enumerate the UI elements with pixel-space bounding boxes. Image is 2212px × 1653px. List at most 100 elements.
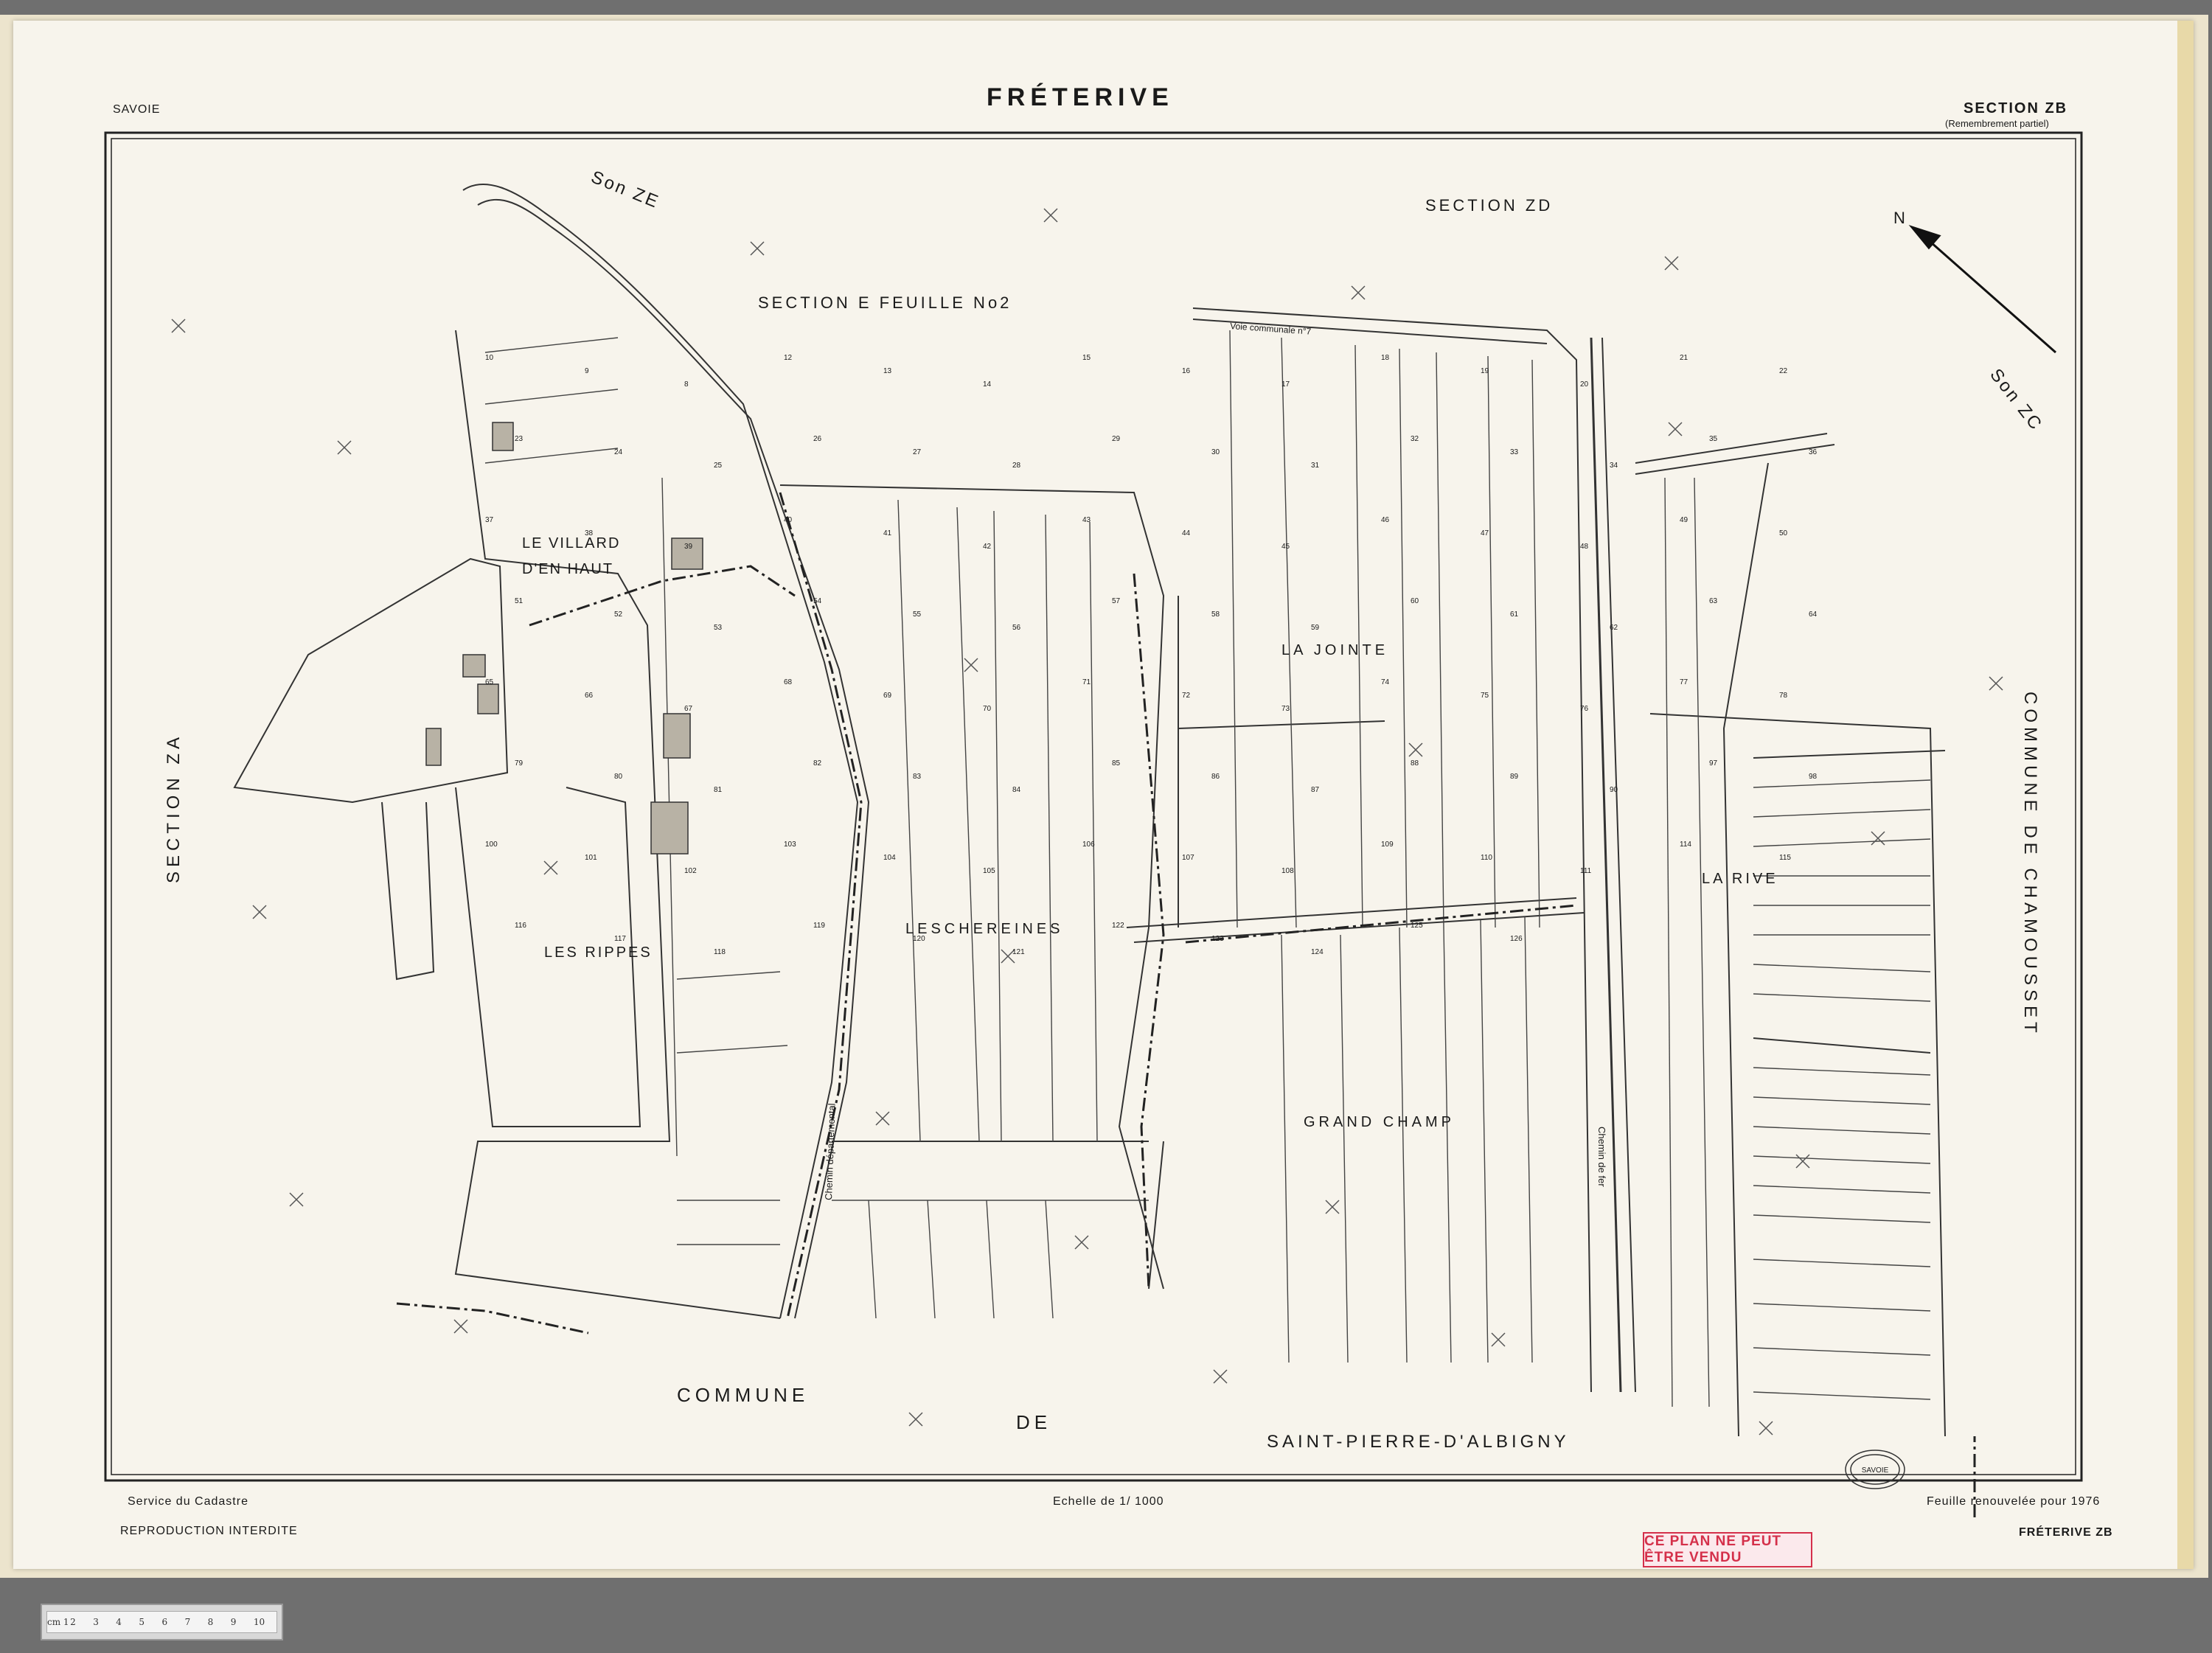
parcel-number: 55 bbox=[913, 610, 922, 619]
place-chereines: LESCHEREINES bbox=[905, 921, 1064, 937]
parcel-number: 48 bbox=[1580, 543, 1589, 551]
parcel-number: 71 bbox=[1082, 678, 1091, 686]
parcel-number: 42 bbox=[983, 543, 992, 551]
road-voie-label: Voie communale n°7 bbox=[1230, 321, 1312, 337]
parcel-number: 30 bbox=[1211, 448, 1220, 456]
parcel-number: 24 bbox=[614, 448, 623, 456]
road-cd-label: Chemin départemental bbox=[823, 1103, 838, 1200]
parcel-number: 62 bbox=[1610, 624, 1618, 632]
parcel-number: 117 bbox=[614, 935, 626, 943]
parcel-number: 37 bbox=[485, 516, 494, 524]
parcel-number: 41 bbox=[883, 529, 892, 537]
scale-ruler: cm 123 456 789 10 bbox=[41, 1604, 283, 1640]
road-fer-label: Chemin de fer bbox=[1596, 1127, 1607, 1187]
parcel-number: 109 bbox=[1381, 841, 1394, 849]
parcel-number: 27 bbox=[913, 448, 922, 456]
section-zd-label: SECTION ZD bbox=[1425, 196, 1553, 215]
parcel-number: 51 bbox=[515, 597, 524, 605]
parcel-number: 57 bbox=[1112, 597, 1121, 605]
parcel-number: 67 bbox=[684, 705, 693, 713]
parcel-number: 73 bbox=[1281, 705, 1290, 713]
parcel-number: 104 bbox=[883, 854, 896, 862]
parcel-number: 16 bbox=[1182, 367, 1191, 375]
parcel-number: 107 bbox=[1182, 854, 1194, 862]
parcel-number: 47 bbox=[1481, 529, 1489, 537]
parcel-number: 40 bbox=[784, 516, 793, 524]
commune-chamousset-label: COMMUNE DE CHAMOUSSET bbox=[2020, 692, 2040, 1037]
parcel-number: 102 bbox=[684, 867, 697, 875]
parcel-number: 105 bbox=[983, 867, 995, 875]
parcel-number: 83 bbox=[913, 773, 922, 781]
parcel-number: 56 bbox=[1012, 624, 1021, 632]
parcel-number: 86 bbox=[1211, 773, 1220, 781]
parcel-number: 115 bbox=[1779, 854, 1791, 862]
parcel-number: 72 bbox=[1182, 692, 1191, 700]
parcel-number: 75 bbox=[1481, 692, 1489, 700]
de-label: DE bbox=[1016, 1411, 1051, 1433]
parcel-number: 118 bbox=[714, 948, 726, 956]
parcel-number: 69 bbox=[883, 692, 892, 700]
parcel-number: 64 bbox=[1809, 610, 1818, 619]
parcel-number: 20 bbox=[1580, 380, 1589, 389]
parcel-number: 126 bbox=[1510, 935, 1523, 943]
parcel-number: 10 bbox=[485, 354, 494, 362]
parcel-number: 61 bbox=[1510, 610, 1519, 619]
parcel-number: 85 bbox=[1112, 759, 1121, 768]
not-for-sale-stamp: CE PLAN NE PEUT ÊTRE VENDU bbox=[1643, 1532, 1812, 1567]
parcel-number: 74 bbox=[1381, 678, 1390, 686]
saint-pierre-label: SAINT-PIERRE-D'ALBIGNY bbox=[1267, 1432, 1570, 1452]
parcel-number: 106 bbox=[1082, 841, 1095, 849]
parcel-number: 90 bbox=[1610, 786, 1618, 794]
parcel-number: 65 bbox=[485, 678, 494, 686]
parcel-number: 12 bbox=[784, 354, 793, 362]
parcel-number: 35 bbox=[1709, 435, 1718, 443]
parcel-number: 32 bbox=[1411, 435, 1419, 443]
scale-label: Echelle de 1/ 1000 bbox=[1053, 1495, 1164, 1508]
parcel-number: 79 bbox=[515, 759, 524, 768]
parcel-number: 31 bbox=[1311, 462, 1320, 470]
parcel-number: 58 bbox=[1211, 610, 1220, 619]
parcel-number: 124 bbox=[1311, 948, 1324, 956]
parcel-number: 68 bbox=[784, 678, 793, 686]
parcel-number: 28 bbox=[1012, 462, 1021, 470]
parcel-number: 39 bbox=[684, 543, 693, 551]
parcel-number: 111 bbox=[1580, 867, 1592, 875]
ruler-marks: cm 123 456 789 10 bbox=[46, 1611, 277, 1633]
parcel-number: 70 bbox=[983, 705, 992, 713]
parcel-number: 89 bbox=[1510, 773, 1519, 781]
place-villard-1: LE VILLARD bbox=[522, 535, 620, 551]
sheet-id-label: FRÉTERIVE ZB bbox=[2019, 1526, 2113, 1539]
cadastral-plan: SAVOIE FRÉTERIVE SECTION ZB (Remembremen… bbox=[13, 21, 2194, 1569]
parcel-number: 77 bbox=[1680, 678, 1688, 686]
parcel-number: 25 bbox=[714, 462, 723, 470]
parcel-number: 119 bbox=[813, 922, 825, 930]
parcel-number: 22 bbox=[1779, 367, 1788, 375]
parcel-number: 116 bbox=[515, 922, 526, 930]
parcel-number: 18 bbox=[1381, 354, 1390, 362]
parcel-number: 8 bbox=[684, 380, 689, 389]
parcel-number: 63 bbox=[1709, 597, 1718, 605]
place-grand-champ: GRAND CHAMP bbox=[1304, 1114, 1455, 1130]
parcel-number: 33 bbox=[1510, 448, 1519, 456]
parcel-number: 17 bbox=[1281, 380, 1290, 389]
parcel-number: 98 bbox=[1809, 773, 1818, 781]
parcel-number: 44 bbox=[1182, 529, 1191, 537]
parcel-number: 87 bbox=[1311, 786, 1320, 794]
parcel-number: 97 bbox=[1709, 759, 1718, 768]
parcel-number: 108 bbox=[1281, 867, 1294, 875]
parcel-number: 78 bbox=[1779, 692, 1788, 700]
parcel-number: 120 bbox=[913, 935, 925, 943]
parcel-number: 29 bbox=[1112, 435, 1121, 443]
parcel-number: 54 bbox=[813, 597, 822, 605]
service-label: Service du Cadastre bbox=[128, 1495, 248, 1508]
parcel-number: 82 bbox=[813, 759, 822, 768]
commune-label: COMMUNE bbox=[677, 1384, 809, 1406]
parcel-number: 101 bbox=[585, 854, 597, 862]
parcel-number: 100 bbox=[485, 841, 498, 849]
section-e-label: SECTION E FEUILLE No2 bbox=[758, 293, 1012, 312]
parcel-number: 52 bbox=[614, 610, 623, 619]
parcel-number: 122 bbox=[1112, 922, 1124, 930]
parcel-number: 19 bbox=[1481, 367, 1489, 375]
parcel-number: 38 bbox=[585, 529, 594, 537]
place-rippes: LES RIPPES bbox=[544, 944, 653, 961]
